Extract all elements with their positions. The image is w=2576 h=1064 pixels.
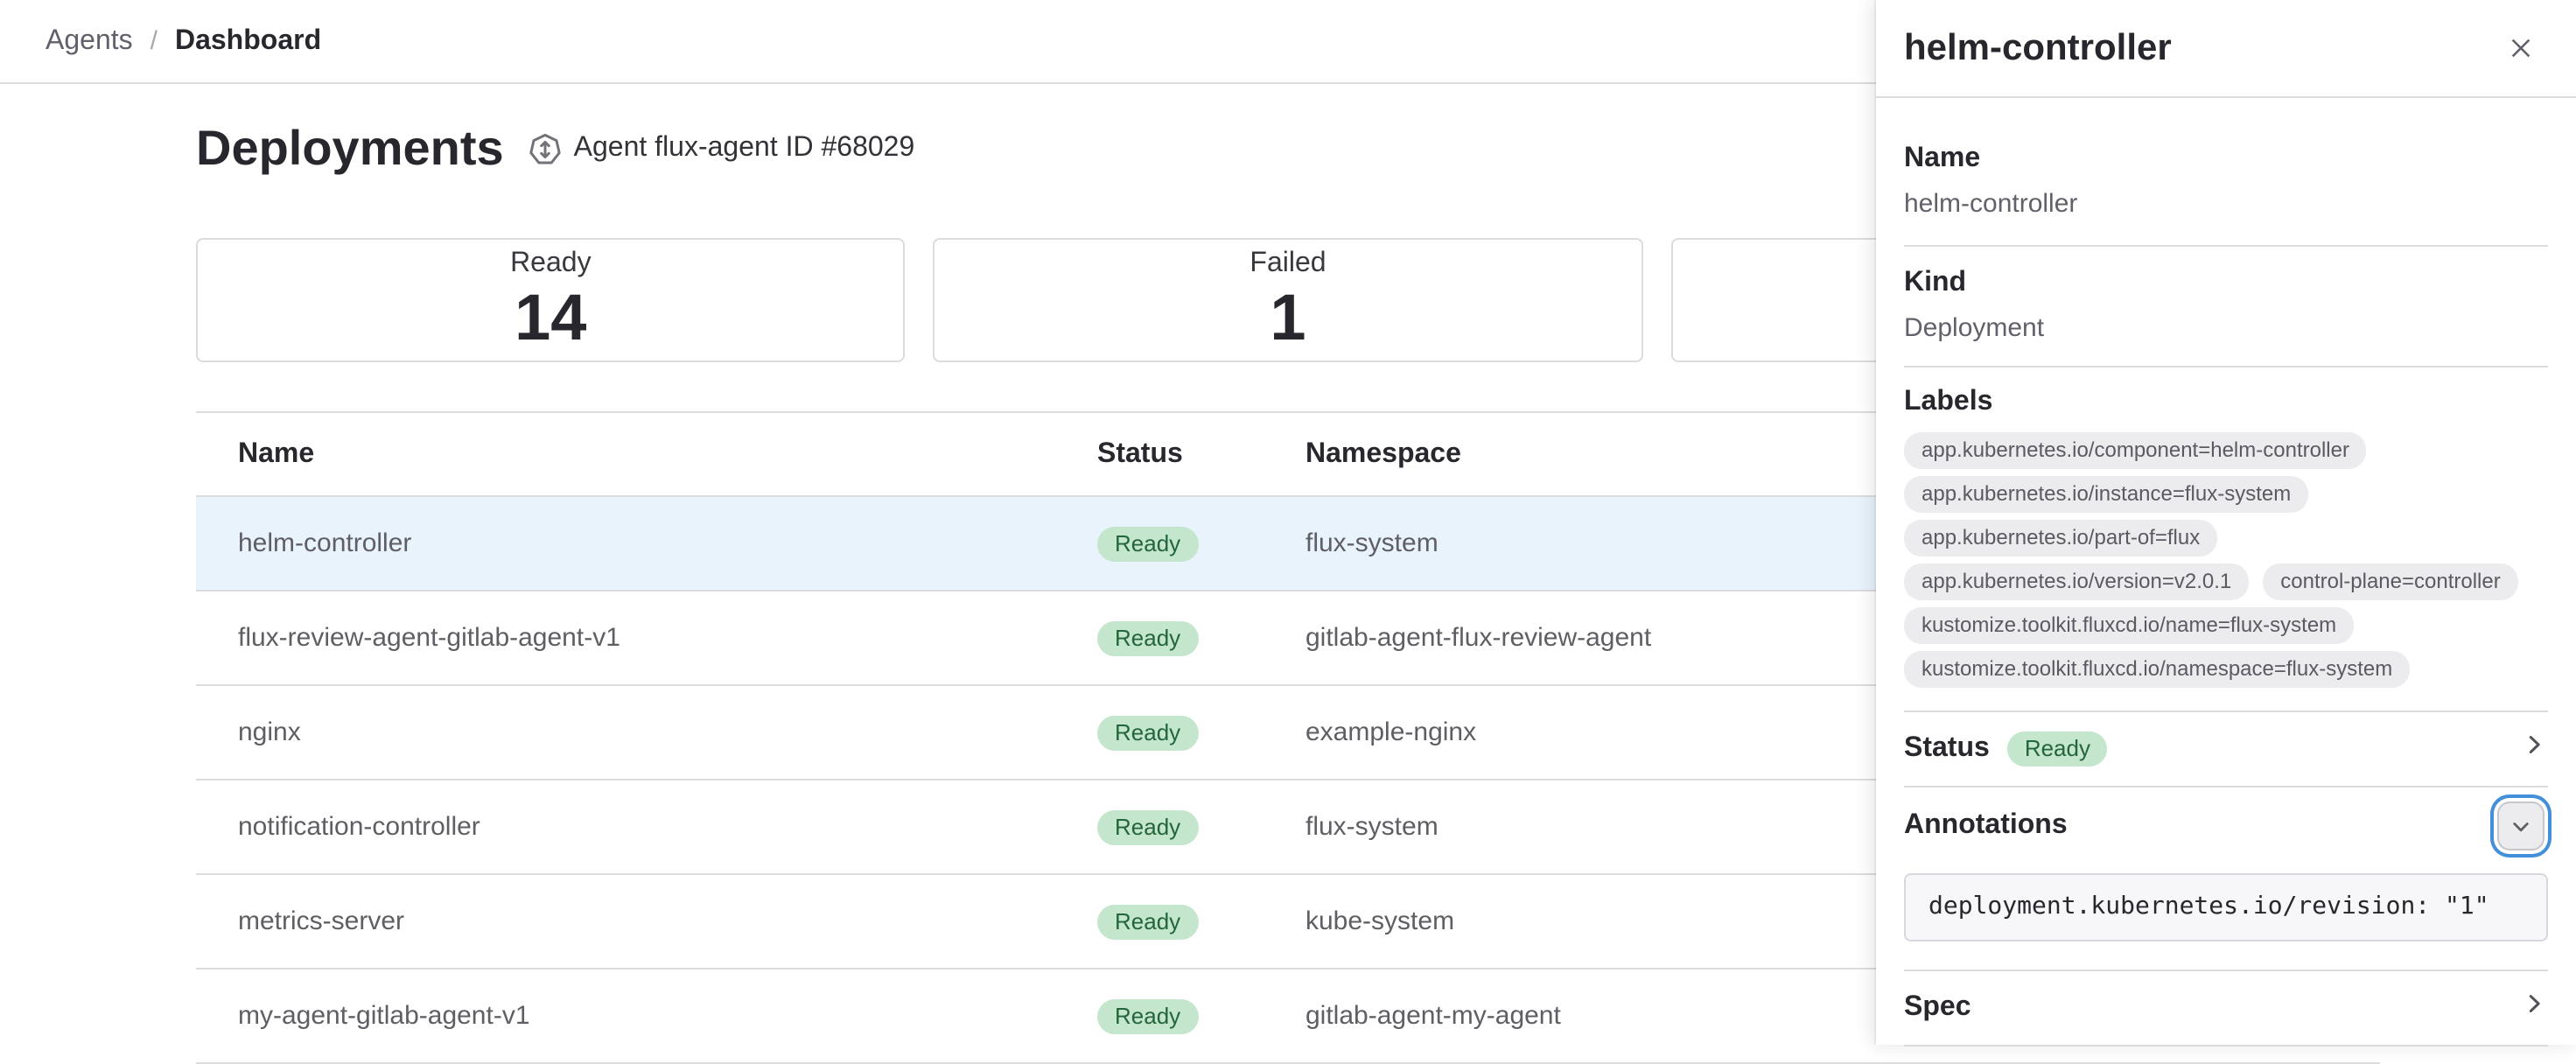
label-chip: app.kubernetes.io/component=helm-control… [1904,432,2367,469]
cell-name: metrics-server [196,874,1055,969]
section-label: Status [1904,730,1990,768]
agent-icon [528,132,562,165]
status-badge: Ready [1097,809,1198,844]
drawer-title: helm-controller [1904,27,2172,69]
status-badge: Ready [2007,732,2108,766]
section-label: Labels [1904,383,2548,422]
agent-info: Agent flux-agent ID #68029 [528,132,915,165]
label-chip: app.kubernetes.io/instance=flux-system [1904,476,2308,513]
status-badge: Ready [1097,620,1198,655]
label-chip: kustomize.toolkit.fluxcd.io/name=flux-sy… [1904,607,2354,644]
section-label: Kind [1904,264,2548,303]
stat-label: Ready [510,246,592,281]
stat-label: Failed [1250,246,1326,281]
stat-card-failed: Failed 1 [934,238,1643,362]
name-value: helm-controller [1904,186,2548,224]
details-drawer: helm-controller Name helm-controller Kin… [1876,0,2576,1045]
drawer-section-labels: Labels app.kubernetes.io/component=helm-… [1904,368,2548,712]
cell-name: helm-controller [196,496,1055,591]
status-badge: Ready [1097,998,1198,1033]
chevron-right-icon[interactable] [2522,732,2548,766]
label-chip: app.kubernetes.io/part-of=flux [1904,520,2217,556]
column-header-status: Status [1055,412,1264,496]
drawer-section-name: Name helm-controller [1904,98,2548,247]
status-badge: Ready [1097,526,1198,561]
section-label: Name [1904,140,2548,178]
cell-name: notification-controller [196,780,1055,874]
stat-card-ready: Ready 14 [196,238,906,362]
label-chip: control-plane=controller [2263,564,2518,600]
breadcrumb-item-dashboard: Dashboard [175,25,321,57]
cell-name: flux-review-agent-gitlab-agent-v1 [196,591,1055,685]
status-badge: Ready [1097,715,1198,750]
drawer-section-kind: Kind Deployment [1904,247,2548,368]
annotations-header[interactable]: Annotations [1904,798,2548,854]
label-chip: kustomize.toolkit.fluxcd.io/namespace=fl… [1904,651,2410,688]
close-icon[interactable] [2497,24,2544,72]
breadcrumb-separator: / [150,26,158,56]
app-window: Agents / Dashboard Deployments Agent flu… [0,0,2576,1045]
stat-value: 1 [1270,281,1306,354]
status-badge: Ready [1097,904,1198,939]
stat-value: 14 [514,281,586,354]
page-title: Deployments [196,114,504,184]
chevron-down-icon[interactable] [2497,802,2544,850]
drawer-section-annotations: Annotations deployment.kubernetes.io/rev… [1904,788,2548,971]
drawer-section-status[interactable]: Status Ready [1904,712,2548,788]
section-label: Annotations [1904,807,2068,845]
label-chip: app.kubernetes.io/version=v2.0.1 [1904,564,2249,600]
kind-value: Deployment [1904,310,2548,348]
cell-name: my-agent-gitlab-agent-v1 [196,969,1055,1063]
section-label: Spec [1904,989,1971,1027]
cell-name: nginx [196,685,1055,780]
annotations-code: deployment.kubernetes.io/revision: "1" [1904,873,2548,942]
drawer-section-spec[interactable]: Spec [1904,971,2548,1046]
breadcrumb-item-agents[interactable]: Agents [46,25,133,57]
chevron-right-icon[interactable] [2522,990,2548,1026]
column-header-name: Name [196,412,1055,496]
agent-label: Agent flux-agent ID #68029 [574,133,915,164]
